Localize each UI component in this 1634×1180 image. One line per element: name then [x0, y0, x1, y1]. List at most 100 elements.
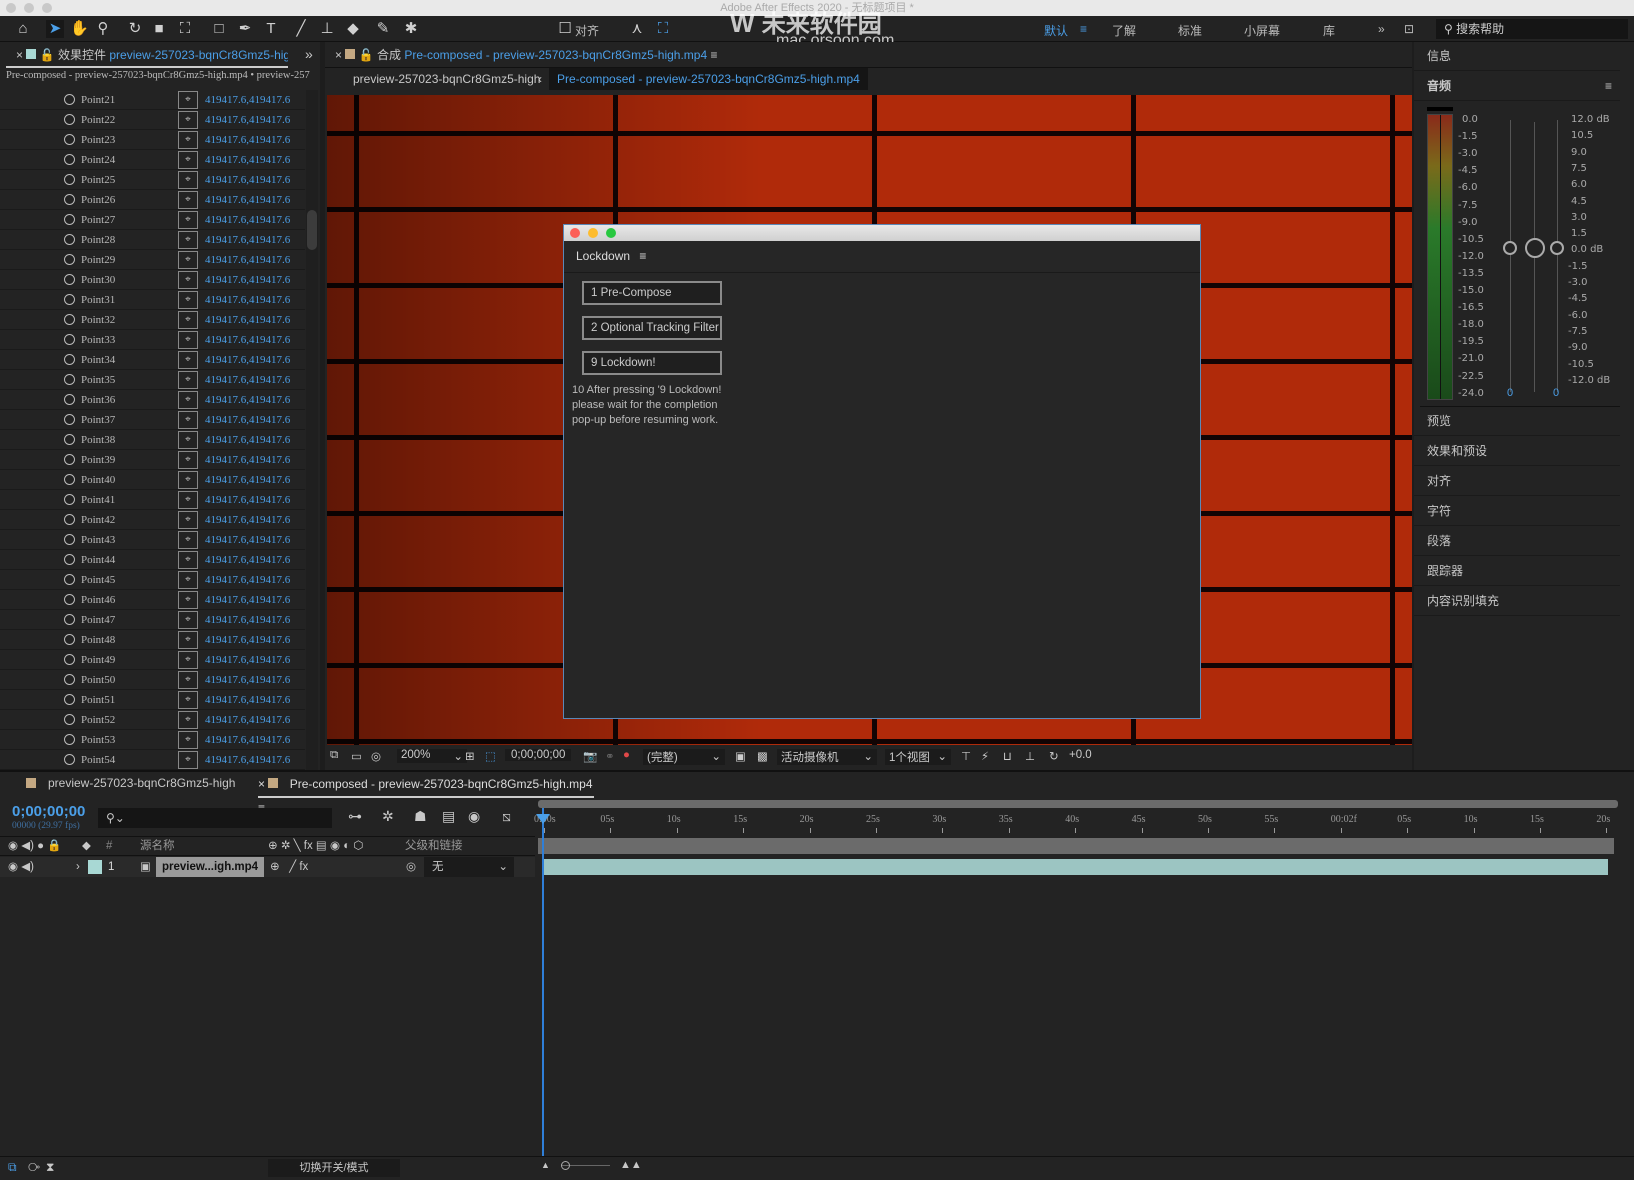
point-value[interactable]: 419417.6,419417.6 [205, 530, 290, 550]
reset-exposure-icon[interactable]: ↻ [1049, 749, 1059, 763]
workspace-default[interactable]: 默认 [1044, 22, 1068, 39]
crosshair-icon[interactable]: ⌖ [178, 151, 198, 169]
point-value[interactable]: 419417.6,419417.6 [205, 230, 290, 250]
point-value[interactable]: 419417.6,419417.6 [205, 550, 290, 570]
stopwatch-icon[interactable] [64, 274, 75, 285]
right-panel-item[interactable]: 段落 [1414, 527, 1620, 556]
search-help-input[interactable]: ⚲ 搜索帮助 [1436, 19, 1628, 39]
stopwatch-icon[interactable] [64, 334, 75, 345]
column-parent-link[interactable]: 父级和链接 [405, 837, 463, 855]
effect-controls-tab[interactable]: × 🔓 效果控件 preview-257023-bqnCr8Gmz5-hig [6, 42, 288, 68]
stopwatch-icon[interactable] [64, 714, 75, 725]
point-value[interactable]: 419417.6,419417.6 [205, 110, 290, 130]
stopwatch-icon[interactable] [64, 694, 75, 705]
stopwatch-icon[interactable] [64, 434, 75, 445]
crosshair-icon[interactable]: ⌖ [178, 351, 198, 369]
frame-blending-icon[interactable]: ▤ [442, 808, 455, 825]
crosshair-icon[interactable]: ⌖ [178, 411, 198, 429]
point-value[interactable]: 419417.6,419417.6 [205, 650, 290, 670]
panel-overflow-icon[interactable]: » [305, 46, 313, 62]
point-value[interactable]: 419417.6,419417.6 [205, 510, 290, 530]
stopwatch-icon[interactable] [64, 614, 75, 625]
align-checkbox[interactable]: ☐ [556, 20, 574, 38]
crosshair-icon[interactable]: ⌖ [178, 171, 198, 189]
optional-tracking-filter-button[interactable]: 2 Optional Tracking Filter [582, 316, 722, 340]
right-panel-item[interactable]: 内容识别填充 [1414, 587, 1620, 616]
snapshot-icon[interactable]: 📷 [583, 749, 597, 763]
crosshair-icon[interactable]: ⌖ [178, 311, 198, 329]
stopwatch-icon[interactable] [64, 754, 75, 765]
stopwatch-icon[interactable] [64, 254, 75, 265]
workspace-learn[interactable]: 了解 [1112, 22, 1136, 39]
rectangle-tool-icon[interactable]: □ [210, 20, 228, 38]
stopwatch-icon[interactable] [64, 654, 75, 665]
timeline-tab-precomposed[interactable]: × Pre-composed - preview-257023-bqnCr8Gm… [258, 772, 594, 815]
selection-tool-icon[interactable]: ➤ [46, 20, 64, 38]
channel-icon[interactable]: ● [623, 749, 630, 761]
work-area-range[interactable] [538, 838, 1614, 854]
lock-icon[interactable]: 🔓 [359, 48, 377, 62]
layer-name[interactable]: preview...igh.mp4 [156, 857, 265, 877]
point-value[interactable]: 419417.6,419417.6 [205, 210, 290, 230]
point-value[interactable]: 419417.6,419417.6 [205, 450, 290, 470]
timeline-current-time[interactable]: 0;00;00;00 [12, 803, 85, 820]
crosshair-icon[interactable]: ⌖ [178, 291, 198, 309]
crosshair-icon[interactable]: ⌖ [178, 431, 198, 449]
visibility-icon[interactable]: ◉ ◀) [8, 857, 34, 877]
point-value[interactable]: 419417.6,419417.6 [205, 670, 290, 690]
composition-tab[interactable]: × 🔓 合成 Pre-composed - preview-257023-bqn… [325, 42, 1412, 68]
zoom-tool-icon[interactable]: ⚲ [94, 20, 112, 38]
fast-previews-icon[interactable]: ⚡ [981, 749, 989, 763]
left-channel-value[interactable]: 0 [1507, 387, 1513, 399]
dialog-close-button[interactable] [570, 228, 580, 238]
composition-mini-flowchart-icon[interactable]: ⊶ [348, 808, 362, 825]
crosshair-icon[interactable]: ⌖ [178, 451, 198, 469]
point-value[interactable]: 419417.6,419417.6 [205, 90, 290, 110]
crosshair-icon[interactable]: ⌖ [178, 191, 198, 209]
sync-settings-icon[interactable]: ⊡ [1404, 22, 1414, 36]
column-source-name[interactable]: 源名称 [140, 837, 175, 855]
layer-search-input[interactable]: ⚲⌄ [98, 808, 332, 828]
point-value[interactable]: 419417.6,419417.6 [205, 250, 290, 270]
point-value[interactable]: 419417.6,419417.6 [205, 630, 290, 650]
timeline-icon[interactable]: ⊔ [1003, 749, 1012, 763]
stopwatch-icon[interactable] [64, 94, 75, 105]
breadcrumb-current[interactable]: Pre-composed - preview-257023-bqnCr8Gmz5… [549, 68, 868, 90]
crosshair-icon[interactable]: ⌖ [178, 491, 198, 509]
views-dropdown[interactable]: 1个视图 ⌄ [885, 749, 951, 765]
resolution-dropdown[interactable]: (完整) ⌄ [643, 749, 725, 765]
point-value[interactable]: 419417.6,419417.6 [205, 370, 290, 390]
master-fader-knob[interactable] [1525, 238, 1545, 258]
stopwatch-icon[interactable] [64, 574, 75, 585]
playhead-handle[interactable] [536, 814, 550, 824]
stopwatch-icon[interactable] [64, 294, 75, 305]
stopwatch-icon[interactable] [64, 394, 75, 405]
time-ruler[interactable]: 0:00s 05s 10s 15s 20s 25s 30s 35s 40s 45s 50s 55s 00… [534, 800, 1618, 836]
crosshair-icon[interactable]: ⌖ [178, 211, 198, 229]
zoom-dropdown[interactable]: 200% ⌄ [397, 749, 467, 763]
current-time-indicator[interactable] [542, 808, 544, 1180]
point-value[interactable]: 419417.6,419417.6 [205, 410, 290, 430]
right-panel-item[interactable]: 对齐 [1414, 467, 1620, 496]
camera-tool-icon[interactable]: ■ [150, 20, 168, 38]
camera-dropdown[interactable]: 活动摄像机 ⌄ [777, 749, 877, 765]
zoom-window-button[interactable] [42, 3, 52, 13]
crosshair-icon[interactable]: ⌖ [178, 391, 198, 409]
close-window-button[interactable] [6, 3, 16, 13]
stopwatch-icon[interactable] [64, 354, 75, 365]
point-value[interactable]: 419417.6,419417.6 [205, 490, 290, 510]
close-tab-icon[interactable]: × [16, 48, 26, 62]
workspace-standard[interactable]: 标准 [1178, 22, 1202, 39]
transparency-grid-icon[interactable]: ⬚ [485, 749, 496, 763]
stopwatch-icon[interactable] [64, 374, 75, 385]
parent-dropdown[interactable]: 无 ⌄ [424, 857, 514, 877]
crosshair-icon[interactable]: ⌖ [178, 91, 198, 109]
region-of-interest-icon[interactable]: ▣ [735, 749, 746, 763]
zoom-out-icon[interactable]: ▲ [541, 1160, 550, 1170]
pre-compose-button[interactable]: 1 Pre-Compose [582, 281, 722, 305]
show-snapshot-icon[interactable]: ⚭ [605, 749, 615, 763]
safe-margins-icon[interactable]: ⊞ [465, 749, 475, 763]
zoom-in-icon[interactable]: ▲▲ [620, 1159, 642, 1171]
right-panel-item[interactable]: 预览 [1414, 407, 1620, 436]
point-value[interactable]: 419417.6,419417.6 [205, 430, 290, 450]
